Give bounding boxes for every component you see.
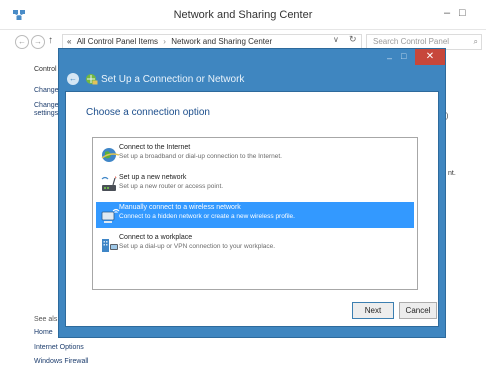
setup-connection-dialog: – □ ✕ ← Set Up a Connection or Network C… [58,48,446,338]
option-title: Manually connect to a wireless network [119,204,241,211]
breadcrumb-item-all-control-panel-items[interactable]: All Control Panel Items [77,37,158,46]
option-title: Set up a new network [119,174,187,181]
search-placeholder: Search Control Panel [373,37,450,46]
breadcrumb-separator: › [163,37,166,46]
refresh-icon[interactable]: ↻ [349,34,357,45]
dialog-back-button[interactable]: ← [67,73,79,85]
dialog-maximize-button[interactable]: □ [401,51,406,61]
network-setup-icon [86,74,98,85]
sidebar-link-settings[interactable]: settings [34,110,58,117]
sidebar-link-change-2[interactable]: Change [34,102,59,109]
back-button[interactable]: ← [15,35,29,49]
sidebar-link-internet-options[interactable]: Internet Options [34,344,84,351]
dialog-minimize-button[interactable]: – [387,53,392,63]
connection-option-list: Connect to the Internet Set up a broadba… [92,137,418,290]
option-title: Connect to a workplace [119,234,193,241]
background-text-fragment: ) [446,113,449,120]
up-button[interactable]: ↑ [48,35,53,46]
option-description: Connect to a hidden network or create a … [119,213,295,220]
dialog-title: Set Up a Connection or Network [101,74,245,85]
sidebar-control-text: Control [34,66,57,73]
option-connect-to-workplace[interactable]: Connect to a workplace Set up a dial-up … [96,232,414,258]
breadcrumb-overflow[interactable]: « [67,37,71,46]
sidebar-link-change-1[interactable]: Change [34,87,59,94]
address-dropdown-icon[interactable]: ∨ [333,35,339,44]
search-icon[interactable]: ⌕ [474,37,478,47]
minimize-button[interactable]: – [444,7,450,19]
title-bar: Network and Sharing Center – □ [0,0,486,30]
option-manually-connect-wireless[interactable]: Manually connect to a wireless network C… [96,202,414,228]
option-description: Set up a dial-up or VPN connection to yo… [119,243,276,250]
workplace-icon [102,239,118,252]
forward-button[interactable]: → [31,35,45,49]
sidebar-link-homegroup[interactable]: Home [34,329,53,336]
maximize-button[interactable]: □ [459,7,466,19]
globe-icon [101,148,120,162]
window-title: Network and Sharing Center [173,9,313,21]
option-set-up-new-network[interactable]: Set up a new network Set up a new router… [96,172,414,198]
option-description: Set up a broadband or dial-up connection… [119,153,282,160]
breadcrumb-item-network-and-sharing-center[interactable]: Network and Sharing Center [171,37,272,46]
dialog-close-button[interactable]: ✕ [415,49,445,65]
instruction-heading: Choose a connection option [86,107,210,118]
router-icon [101,176,117,191]
background-text-fragment: nt. [448,170,456,177]
option-connect-to-internet[interactable]: Connect to the Internet Set up a broadba… [96,142,414,168]
wireless-network-icon [101,208,120,223]
cancel-button[interactable]: Cancel [399,302,437,319]
option-title: Connect to the Internet [119,144,191,151]
see-also-heading: See als [34,316,58,323]
next-button[interactable]: Next [352,302,394,319]
option-description: Set up a new router or access point. [119,183,224,190]
dialog-content: Choose a connection option Connect to th… [65,91,439,327]
sidebar-link-windows-firewall[interactable]: Windows Firewall [34,358,88,365]
